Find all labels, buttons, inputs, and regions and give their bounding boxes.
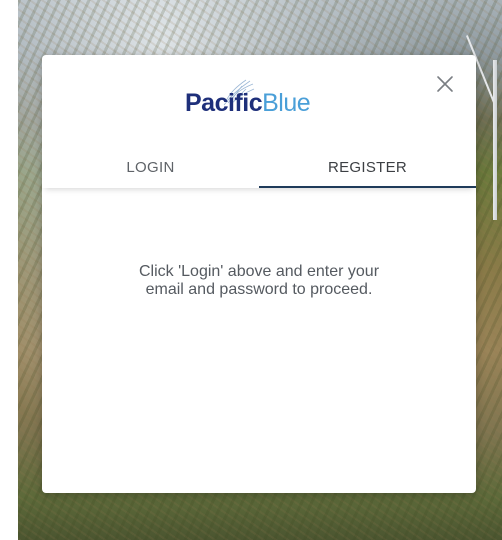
instruction-message: Click 'Login' above and enter your email… — [82, 263, 436, 299]
tab-login[interactable]: LOGIN — [42, 150, 259, 188]
close-button[interactable] — [434, 73, 456, 95]
close-icon — [437, 76, 453, 92]
auth-modal: PacificBlue LOGIN REGISTER Click 'Login'… — [42, 55, 476, 493]
wind-turbine-mast — [493, 60, 497, 220]
logo-wordmark: PacificBlue — [185, 89, 311, 118]
pacificblue-logo: PacificBlue — [185, 79, 345, 119]
auth-tabs: LOGIN REGISTER — [42, 150, 476, 188]
instruction-line-2: email and password to proceed. — [145, 281, 373, 298]
logo-text-blue: Blue — [262, 89, 311, 117]
page: PacificBlue LOGIN REGISTER Click 'Login'… — [0, 0, 502, 540]
logo-text-pacific: Pacific — [185, 89, 263, 117]
instruction-line-1: Click 'Login' above and enter your — [138, 263, 380, 280]
tab-register[interactable]: REGISTER — [259, 150, 476, 188]
